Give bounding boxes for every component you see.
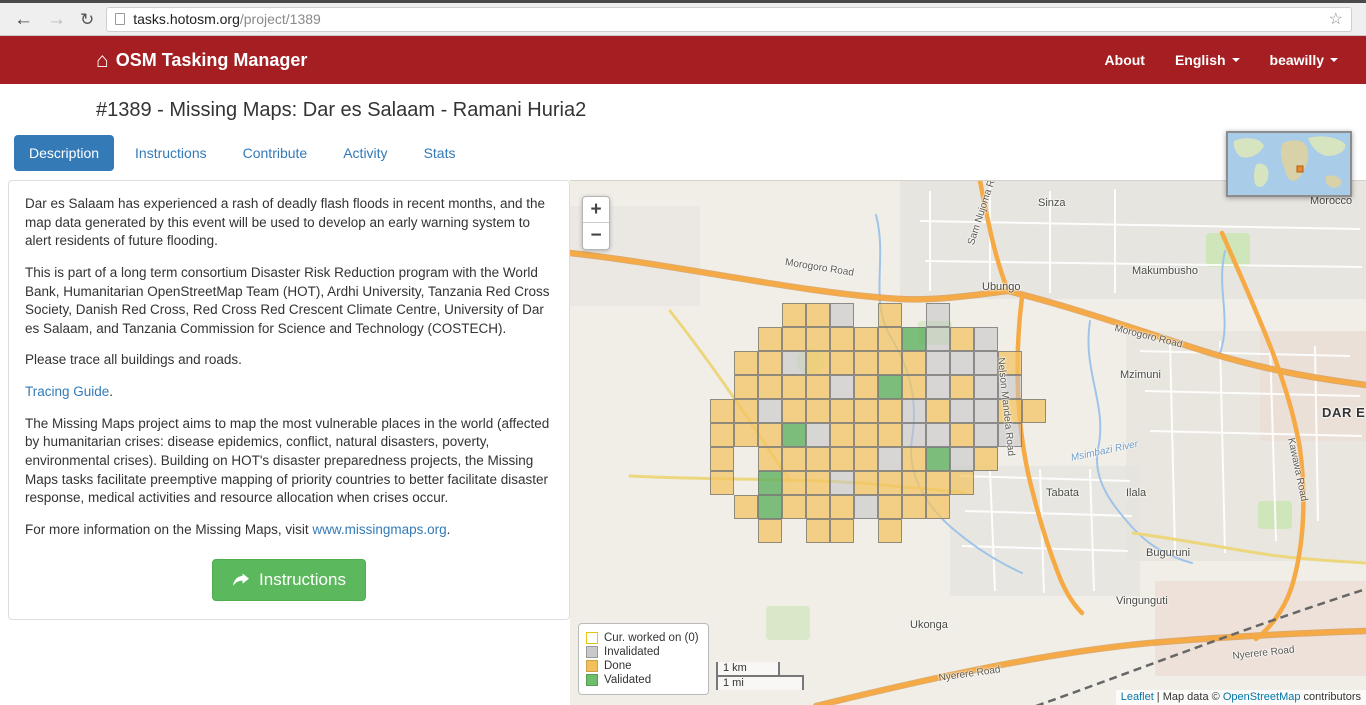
description-panel: Dar es Salaam has experienced a rash of … <box>8 180 570 621</box>
address-bar[interactable]: tasks.hotosm.org /project/1389 ☆ <box>106 6 1352 32</box>
legend-label: Invalidated <box>604 646 660 658</box>
map-label-road: Nyerere Road <box>1232 644 1296 662</box>
map-label-water: Msimbazi River <box>1070 438 1140 464</box>
chevron-down-icon <box>1231 58 1240 62</box>
username-label: beawilly <box>1269 52 1324 68</box>
scale-mi: 1 mi <box>716 675 804 690</box>
legend-item-invalidated: Invalidated <box>586 646 699 658</box>
browser-toolbar: ← → ↻ tasks.hotosm.org /project/1389 ☆ <box>0 3 1366 36</box>
description-paragraph: For more information on the Missing Maps… <box>25 521 553 540</box>
tab-bar: Description Instructions Contribute Activit… <box>14 135 1366 171</box>
legend-label: Done <box>604 660 632 672</box>
page-icon <box>115 13 126 25</box>
chevron-down-icon <box>1330 58 1338 62</box>
map-label-place: Vingunguti <box>1116 595 1168 607</box>
attribution-text: | Map data © <box>1153 691 1223 703</box>
description-paragraph: Please trace all buildings and roads. <box>25 352 242 368</box>
nav-user-dropdown[interactable]: beawilly <box>1270 52 1338 68</box>
validated-swatch-icon <box>586 674 598 686</box>
page-title: #1389 - Missing Maps: Dar es Salaam - Ra… <box>96 99 587 121</box>
tab-instructions[interactable]: Instructions <box>120 135 222 171</box>
zoom-out-button[interactable]: − <box>583 223 609 249</box>
scale-control: 1 km 1 mi <box>716 662 804 690</box>
task-map[interactable]: Sinza Morocco Makumbusho Ubungo Mzimuni DAR E… <box>570 180 1366 705</box>
description-paragraph: Dar es Salaam has experienced a rash of … <box>25 196 546 249</box>
map-label-place: Ilala <box>1126 487 1147 499</box>
navbar-menu: About English beawilly <box>1105 52 1338 68</box>
button-row: Instructions <box>25 559 553 602</box>
map-label-place: Mzimuni <box>1120 369 1161 381</box>
map-label-place: Sinza <box>1038 197 1066 209</box>
map-label-road: Morogoro Road <box>1113 323 1184 351</box>
share-arrow-icon <box>233 573 250 586</box>
tracing-guide-link[interactable]: Tracing Guide <box>25 384 109 399</box>
app-navbar: ⌂ OSM Tasking Manager About English beaw… <box>0 36 1366 84</box>
application-window: ← → ↻ tasks.hotosm.org /project/1389 ☆ ⌂… <box>0 0 1366 705</box>
invalidated-swatch-icon <box>586 646 598 658</box>
missingmaps-link[interactable]: www.missingmaps.org <box>312 522 446 537</box>
zoom-control: + − <box>582 196 610 250</box>
map-attribution: Leaflet | Map data © OpenStreetMap contr… <box>1115 690 1366 705</box>
map-label-road: Nelson Mandela Road <box>995 357 1017 457</box>
back-icon[interactable]: ← <box>14 10 33 29</box>
bookmark-star-icon[interactable]: ☆ <box>1329 9 1343 29</box>
map-label-road: Sam Nujoma Rd <box>966 180 1000 247</box>
map-label-road: Morogoro Road <box>784 257 855 279</box>
legend-label: Cur. worked on (0) <box>604 632 699 644</box>
map-label-place: Tabata <box>1046 487 1080 499</box>
nav-language-dropdown[interactable]: English <box>1175 52 1240 68</box>
attribution-text: contributors <box>1300 691 1361 703</box>
description-paragraph: The Missing Maps project aims to map the… <box>25 415 550 506</box>
legend-item-validated: Validated <box>586 674 699 686</box>
world-map-icon <box>1228 133 1350 195</box>
map-label-place: Ukonga <box>910 619 948 631</box>
more-info-text: For more information on the Missing Maps… <box>25 521 313 537</box>
map-label-city: DAR ES <box>1322 405 1366 420</box>
map-label-place: Buguruni <box>1146 547 1191 559</box>
forward-icon[interactable]: → <box>47 10 66 29</box>
map-label-place: Makumbusho <box>1132 265 1199 277</box>
brand-title: OSM Tasking Manager <box>115 49 308 70</box>
leaflet-link[interactable]: Leaflet <box>1121 691 1154 703</box>
current-swatch-icon <box>586 632 598 644</box>
url-path: /project/1389 <box>239 11 321 27</box>
url-host: tasks.hotosm.org <box>133 11 240 27</box>
tab-activity[interactable]: Activity <box>328 135 402 171</box>
text-period: . <box>446 521 451 537</box>
language-label: English <box>1174 52 1226 68</box>
tab-description[interactable]: Description <box>14 135 115 171</box>
description-paragraph: Tracing Guide. <box>25 383 553 402</box>
zoom-in-button[interactable]: + <box>583 197 609 223</box>
nav-about-link[interactable]: About <box>1105 52 1145 68</box>
instructions-button[interactable]: Instructions <box>212 559 366 602</box>
map-label-road: Nyerere Road <box>938 664 1002 684</box>
brand-home-link[interactable]: ⌂ OSM Tasking Manager <box>96 50 307 71</box>
legend-label: Validated <box>604 674 652 686</box>
legend: Cur. worked on (0) Invalidated Done Validat… <box>578 623 709 695</box>
home-icon: ⌂ <box>96 48 109 72</box>
legend-item-done: Done <box>586 660 699 672</box>
openstreetmap-link[interactable]: OpenStreetMap <box>1223 691 1301 703</box>
tab-contribute[interactable]: Contribute <box>228 135 323 171</box>
overview-minimap[interactable] <box>1226 131 1352 197</box>
map-label-road: Kawawa Road <box>1285 437 1310 503</box>
legend-item-current: Cur. worked on (0) <box>586 632 699 644</box>
done-swatch-icon <box>586 660 598 672</box>
map-label-place: Ubungo <box>982 281 1021 293</box>
legend-items: Cur. worked on (0) Invalidated Done Validat… <box>586 632 699 686</box>
refresh-icon[interactable]: ↻ <box>80 11 94 28</box>
tab-stats[interactable]: Stats <box>409 135 471 171</box>
text-period: . <box>109 384 114 399</box>
description-paragraph: This is part of a long term consortium D… <box>25 264 550 336</box>
instructions-button-label: Instructions <box>259 570 346 590</box>
